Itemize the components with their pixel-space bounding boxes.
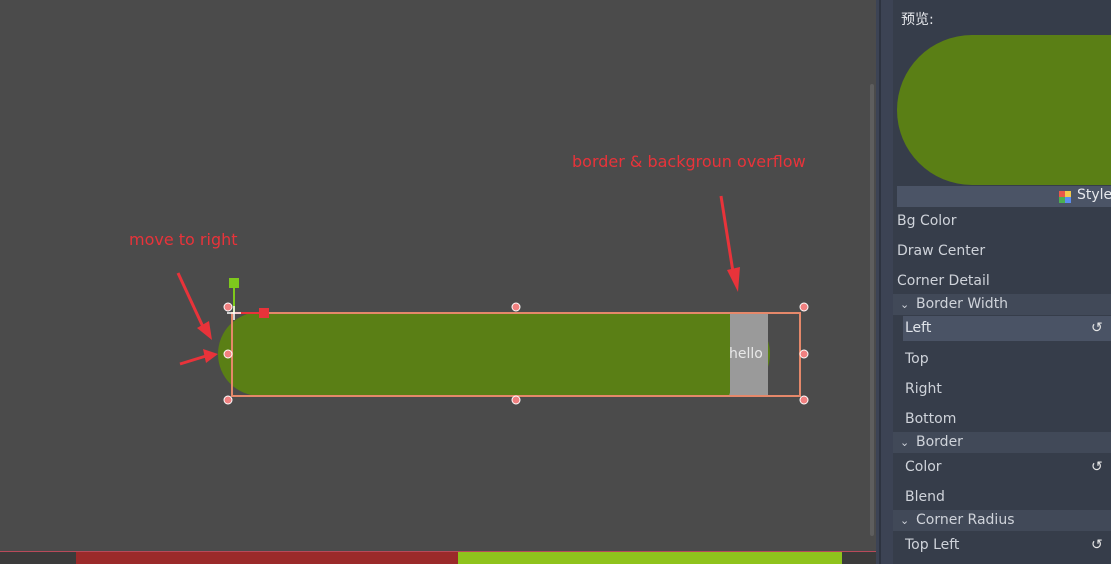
chevron-down-icon: ⌄ xyxy=(900,436,910,449)
prop-label: Top xyxy=(905,351,929,367)
overflow-annotation: border & backgroun overflow xyxy=(572,152,806,171)
prop-border-blend[interactable]: Blend xyxy=(893,483,1111,511)
stylebox-resource-button[interactable]: StyleB xyxy=(897,186,1111,207)
panel-splitter[interactable] xyxy=(876,0,893,564)
preview-shape xyxy=(897,35,1111,185)
prop-label: Right xyxy=(905,381,942,397)
prop-border-bottom[interactable]: Bottom xyxy=(893,405,1111,433)
handle-mid-left[interactable] xyxy=(223,349,233,359)
prop-bg-color[interactable]: Bg Color xyxy=(893,207,1111,235)
hello-label[interactable]: hello xyxy=(729,346,763,362)
prop-label: Bottom xyxy=(905,411,957,427)
handle-bottom-right[interactable] xyxy=(799,395,809,405)
handle-bottom-mid[interactable] xyxy=(511,395,521,405)
stylebox-label: StyleB xyxy=(1077,187,1111,203)
style-preview xyxy=(897,35,1111,185)
scrollbar-thumb[interactable] xyxy=(870,84,874,536)
prop-border-color[interactable]: Color ↺ xyxy=(893,453,1111,481)
anchor-gizmo-icon[interactable] xyxy=(227,278,269,320)
strip-red-segment xyxy=(76,552,458,564)
prop-label: Left xyxy=(905,320,932,336)
section-title: Border Width xyxy=(916,296,1009,312)
overflow-arrow-icon xyxy=(719,195,740,292)
prop-label: Draw Center xyxy=(897,243,986,259)
prop-border-left[interactable]: Left ↺ xyxy=(903,316,1111,341)
move-arrow-down-icon xyxy=(176,272,212,340)
preview-label: 预览: xyxy=(901,12,934,28)
styled-panel[interactable] xyxy=(218,312,770,396)
prop-corner-detail[interactable]: Corner Detail xyxy=(893,267,1111,295)
prop-label: Bg Color xyxy=(897,213,957,229)
canvas-svg: hello xyxy=(176,195,809,405)
section-title: Corner Radius xyxy=(916,512,1015,528)
prop-draw-center[interactable]: Draw Center xyxy=(893,237,1111,265)
prop-label: Corner Detail xyxy=(897,273,990,289)
stylebox-icon xyxy=(1059,191,1071,203)
reset-icon[interactable]: ↺ xyxy=(1091,316,1103,341)
chevron-down-icon: ⌄ xyxy=(900,298,910,311)
strip-green-segment xyxy=(458,552,842,564)
section-border-width[interactable]: ⌄ Border Width xyxy=(893,294,1111,315)
section-corner-radius[interactable]: ⌄ Corner Radius xyxy=(893,510,1111,531)
handle-top-right[interactable] xyxy=(799,302,809,312)
inspector-panel: 预览: StyleB Bg Color Draw Center Corner D… xyxy=(893,0,1111,564)
chevron-down-icon: ⌄ xyxy=(900,514,910,527)
handle-top-left[interactable] xyxy=(223,302,233,312)
prop-border-right[interactable]: Right xyxy=(893,375,1111,403)
prop-border-top[interactable]: Top xyxy=(893,345,1111,373)
handle-mid-right[interactable] xyxy=(799,349,809,359)
reset-icon[interactable]: ↺ xyxy=(1091,453,1103,481)
section-title: Border xyxy=(916,434,963,450)
splitter-line xyxy=(879,0,881,564)
move-annotation: move to right xyxy=(129,230,238,249)
canvas-vertical-scrollbar[interactable] xyxy=(868,0,876,551)
section-border[interactable]: ⌄ Border xyxy=(893,432,1111,453)
bottom-timeline-strip xyxy=(0,551,876,564)
canvas-viewport[interactable]: hello border & backgroun overflow move t… xyxy=(0,0,876,551)
prop-label: Color xyxy=(905,459,942,475)
prop-corner-top-left[interactable]: Top Left ↺ xyxy=(893,531,1111,559)
prop-label: Top Left xyxy=(905,537,960,553)
reset-icon[interactable]: ↺ xyxy=(1091,531,1103,559)
handle-top-mid[interactable] xyxy=(511,302,521,312)
move-arrow-right-icon xyxy=(179,349,218,366)
prop-label: Blend xyxy=(905,489,945,505)
handle-bottom-left[interactable] xyxy=(223,395,233,405)
